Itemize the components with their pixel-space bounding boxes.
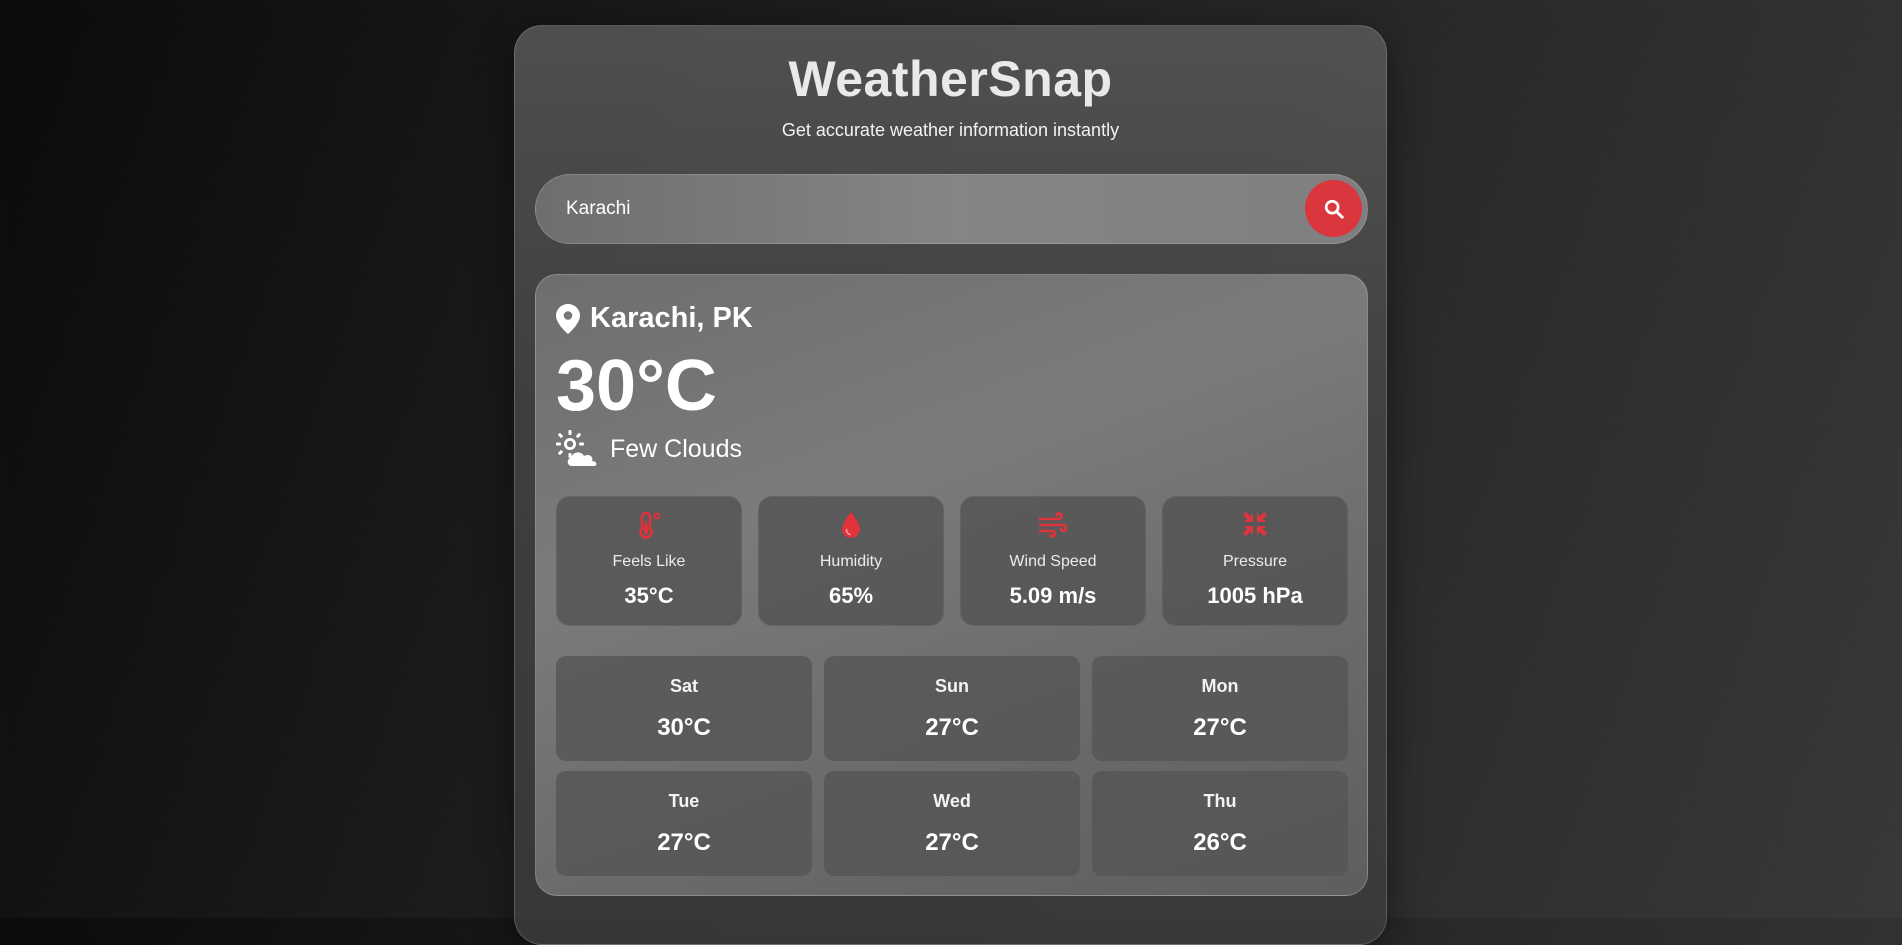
location-label: Karachi, PK — [590, 302, 753, 334]
condition-label: Few Clouds — [610, 434, 742, 463]
city-search-input[interactable] — [536, 175, 1296, 243]
forecast-day-temp: 26°C — [1193, 829, 1247, 856]
forecast-day: Sun 27°C — [824, 656, 1080, 761]
forecast-day-temp: 27°C — [925, 829, 979, 856]
stat-pressure: Pressure 1005 hPa — [1162, 496, 1348, 626]
forecast-day-name: Sun — [935, 676, 969, 696]
condition-row: Few Clouds — [556, 430, 742, 468]
stat-humidity: Humidity 65% — [758, 496, 944, 626]
thermometer-icon — [639, 511, 661, 539]
forecast-day: Wed 27°C — [824, 771, 1080, 876]
compress-icon — [1243, 512, 1267, 536]
forecast-day-name: Mon — [1201, 676, 1239, 696]
forecast-day-name: Wed — [933, 791, 971, 811]
stat-label: Wind Speed — [1009, 553, 1097, 570]
droplet-icon — [842, 512, 860, 538]
forecast-day-name: Thu — [1203, 791, 1237, 811]
app-title: WeatherSnap — [788, 51, 1113, 107]
stat-value: 5.09 m/s — [1009, 583, 1097, 608]
stats-row: Feels Like 35°C Humidity 65% Wind Speed … — [556, 496, 1348, 626]
location-row: Karachi, PK — [556, 302, 753, 335]
search-bar — [535, 174, 1368, 244]
forecast-grid: Sat 30°C Sun 27°C Mon 27°C Tue 27°C Wed … — [556, 656, 1348, 876]
forecast-day-name: Sat — [669, 676, 698, 696]
forecast-day: Tue 27°C — [556, 771, 812, 876]
weather-app-panel: WeatherSnap Get accurate weather informa… — [514, 25, 1387, 945]
forecast-day-temp: 30°C — [657, 714, 711, 741]
search-icon — [1324, 199, 1344, 219]
stat-feels-like: Feels Like 35°C — [556, 496, 742, 626]
stat-label: Pressure — [1222, 553, 1288, 570]
forecast-day: Sat 30°C — [556, 656, 812, 761]
stat-label: Humidity — [819, 553, 883, 570]
app-subtitle: Get accurate weather information instant… — [781, 120, 1120, 140]
stat-value: 35°C — [624, 583, 674, 608]
wind-icon — [1038, 512, 1068, 538]
stat-wind-speed: Wind Speed 5.09 m/s — [960, 496, 1146, 626]
forecast-day: Mon 27°C — [1092, 656, 1348, 761]
search-button[interactable] — [1305, 180, 1362, 237]
forecast-day-temp: 27°C — [925, 714, 979, 741]
stat-value: 1005 hPa — [1207, 583, 1303, 608]
current-temperature: 30°C — [556, 346, 717, 426]
forecast-day-temp: 27°C — [1193, 714, 1247, 741]
forecast-day-name: Tue — [668, 791, 700, 811]
sun-cloud-icon — [556, 430, 597, 466]
weather-card: Karachi, PK 30°C Few Clouds Feels Like 3… — [535, 274, 1368, 896]
forecast-day: Thu 26°C — [1092, 771, 1348, 876]
map-pin-icon — [556, 303, 580, 334]
forecast-day-temp: 27°C — [657, 829, 711, 856]
stat-value: 65% — [828, 583, 874, 608]
stat-label: Feels Like — [612, 553, 686, 570]
